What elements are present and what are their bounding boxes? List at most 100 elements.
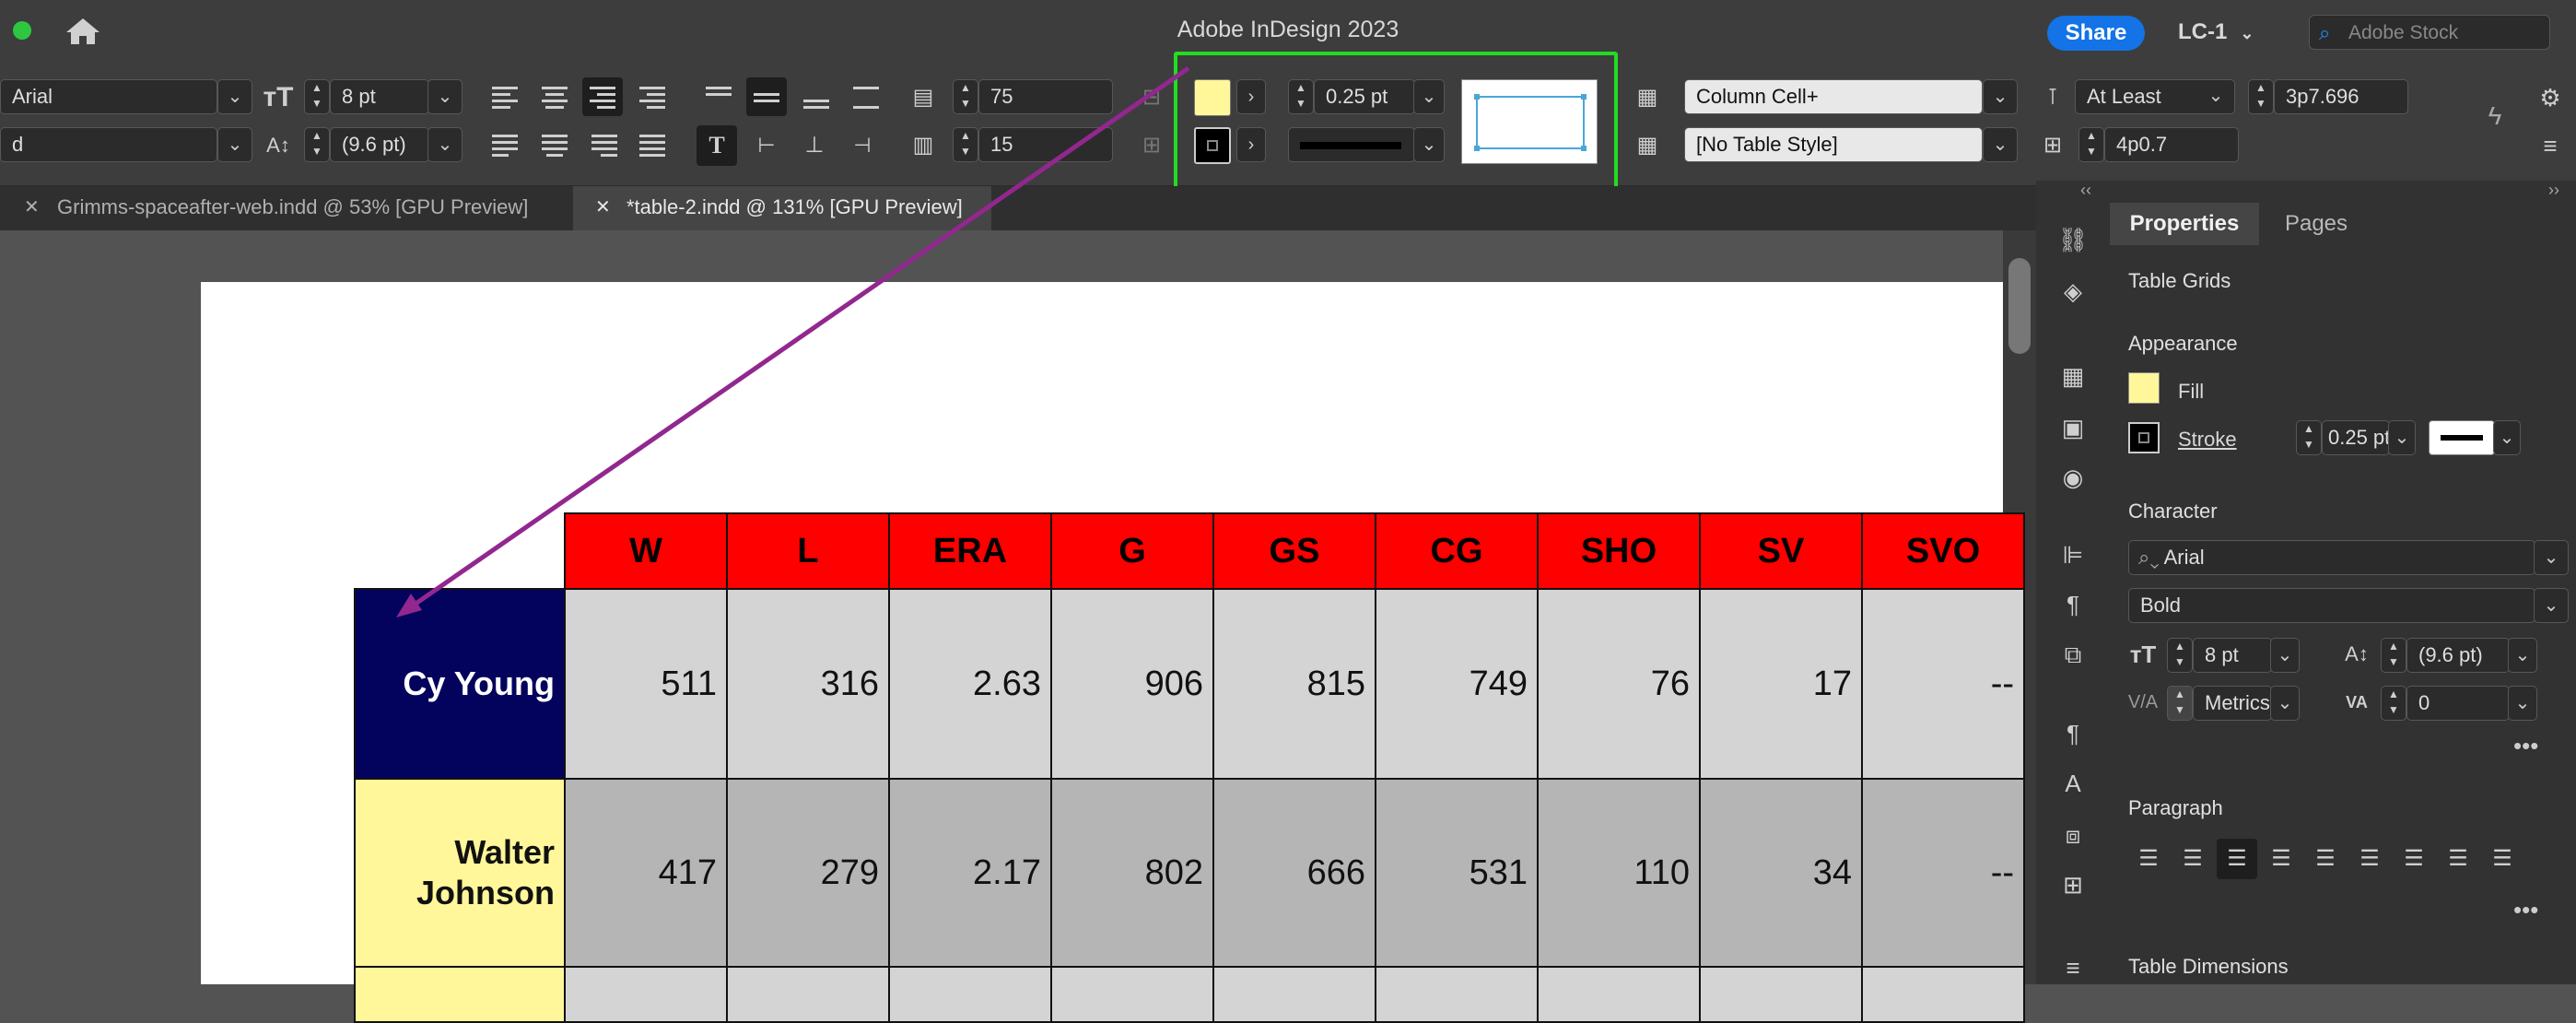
table-cell[interactable]: 531: [1375, 778, 1539, 968]
panel-align-away-spine-icon[interactable]: ☰: [2482, 839, 2523, 879]
table-cell[interactable]: 815: [1212, 588, 1376, 780]
unmerge-cells-icon[interactable]: ⊞: [1131, 125, 1172, 166]
kerning-stepper[interactable]: ▲ ▼: [2167, 686, 2193, 721]
header-cell-g[interactable]: G: [1050, 512, 1214, 590]
font-style-field[interactable]: d: [0, 127, 217, 162]
stroke-swatch[interactable]: [1194, 127, 1231, 164]
table-styles-icon[interactable]: ▦: [1627, 125, 1668, 166]
panel-stroke-weight-stepper[interactable]: ▲ ▼: [2296, 420, 2322, 455]
object-styles-icon[interactable]: ⧈: [2053, 815, 2093, 855]
table-cell[interactable]: 110: [1537, 778, 1701, 968]
panel-leading-field[interactable]: (9.6 pt): [2406, 638, 2510, 673]
rows-stepper[interactable]: ▲ ▼: [953, 79, 978, 114]
align-icon[interactable]: ⊫: [2053, 535, 2093, 575]
tab-grimms[interactable]: ✕ Grimms-spaceafter-web.indd @ 53% [GPU …: [0, 186, 566, 230]
panel-stroke-weight-field[interactable]: 0.25 pt: [2322, 420, 2390, 455]
table-style-field[interactable]: [No Table Style]: [1684, 127, 1983, 162]
panel-justify-right-icon[interactable]: ☰: [2349, 839, 2390, 879]
table-cell[interactable]: [564, 966, 728, 1023]
panel-stroke-type-dropdown[interactable]: ⌄: [2493, 420, 2521, 455]
paragraph-icon[interactable]: ¶: [2053, 584, 2093, 625]
font-size-field[interactable]: 8 pt: [330, 79, 429, 114]
table-cell[interactable]: 906: [1050, 588, 1214, 780]
leading-field[interactable]: (9.6 pt): [330, 127, 429, 162]
tracking-dropdown[interactable]: ⌄: [2508, 686, 2537, 721]
panel-tab-properties[interactable]: Properties: [2110, 203, 2259, 245]
tab-table-2[interactable]: ✕ *table-2.indd @ 131% [GPU Preview]: [573, 186, 991, 230]
table-cell[interactable]: 316: [726, 588, 890, 780]
panel-tab-pages[interactable]: Pages: [2261, 203, 2371, 245]
header-cell-svo[interactable]: SVO: [1861, 512, 2025, 590]
table-cell[interactable]: 749: [1375, 588, 1539, 780]
player-name-cell[interactable]: Walter Johnson: [354, 778, 566, 968]
cell-styles-icon[interactable]: ▦: [1627, 77, 1668, 118]
align-left-icon[interactable]: [486, 81, 523, 112]
stroke-weight-field[interactable]: 0.25 pt: [1314, 79, 1415, 114]
table-style-dropdown[interactable]: ⌄: [1983, 127, 2018, 162]
table-icon[interactable]: ⊞: [2053, 864, 2093, 905]
valign-center-icon[interactable]: [746, 77, 787, 116]
align-towards-spine-icon[interactable]: [634, 81, 671, 112]
more-options-icon[interactable]: •••: [2513, 732, 2538, 760]
column-width-stepper[interactable]: ▲ ▼: [2078, 127, 2104, 162]
font-size-dropdown[interactable]: ⌄: [427, 79, 463, 114]
justify-center-icon[interactable]: [536, 129, 573, 160]
align-center-icon[interactable]: [536, 81, 573, 112]
panel-font-size-stepper[interactable]: ▲ ▼: [2167, 638, 2193, 673]
color-palette-icon[interactable]: ◉: [2053, 457, 2093, 498]
text-rotation-270-icon[interactable]: ⊣: [842, 125, 883, 166]
justify-all-icon[interactable]: [634, 129, 671, 160]
stroke-weight-stepper[interactable]: ▲ ▼: [1288, 79, 1314, 114]
kerning-field[interactable]: Metrics: [2193, 686, 2272, 721]
tracking-field[interactable]: 0: [2406, 686, 2510, 721]
table-cell[interactable]: [1212, 966, 1376, 1023]
header-cell-gs[interactable]: GS: [1212, 512, 1376, 590]
table-cell[interactable]: [888, 966, 1052, 1023]
expand-icon[interactable]: ››: [2548, 181, 2559, 200]
column-width-field[interactable]: 4p0.7: [2104, 127, 2239, 162]
justify-right-icon[interactable]: [586, 129, 623, 160]
font-size-stepper[interactable]: ▲ ▼: [304, 79, 330, 114]
stroke-weight-dropdown[interactable]: ⌄: [1413, 79, 1445, 114]
more-options-icon[interactable]: •••: [2513, 896, 2538, 924]
more-panels-icon[interactable]: ≡: [2053, 947, 2093, 988]
panel-align-right-icon[interactable]: ☰: [2217, 839, 2257, 879]
header-cell-w[interactable]: W: [564, 512, 728, 590]
table-cell[interactable]: [1375, 966, 1539, 1023]
valign-bottom-icon[interactable]: [798, 81, 835, 112]
panel-font-field[interactable]: ⌕⌄ Arial: [2128, 540, 2535, 575]
layers-icon[interactable]: ◈: [2053, 271, 2093, 312]
font-style-dropdown[interactable]: ⌄: [217, 127, 252, 162]
merge-cells-icon[interactable]: ⊟: [1131, 77, 1172, 118]
stroke-label[interactable]: Stroke: [2178, 428, 2237, 452]
leading-stepper[interactable]: ▲ ▼: [304, 127, 330, 162]
font-family-field[interactable]: Arial: [0, 79, 217, 114]
close-icon[interactable]: ✕: [595, 186, 611, 229]
text-rotation-0-icon[interactable]: T: [697, 125, 737, 166]
table-cell[interactable]: [1050, 966, 1214, 1023]
cell-style-dropdown[interactable]: ⌄: [1983, 79, 2018, 114]
columns-field[interactable]: 15: [978, 127, 1113, 162]
table-cell[interactable]: [1699, 966, 1863, 1023]
share-button[interactable]: Share: [2047, 16, 2145, 51]
header-cell-sho[interactable]: SHO: [1537, 512, 1701, 590]
header-cell-l[interactable]: L: [726, 512, 890, 590]
table-cell[interactable]: 511: [564, 588, 728, 780]
valign-top-icon[interactable]: [700, 81, 737, 112]
panel-style-dropdown[interactable]: ⌄: [2534, 588, 2569, 623]
adobe-stock-search[interactable]: ⌕ Adobe Stock: [2309, 15, 2550, 50]
rows-field[interactable]: 75: [978, 79, 1113, 114]
panel-font-size-field[interactable]: 8 pt: [2193, 638, 2272, 673]
panel-leading-dropdown[interactable]: ⌄: [2508, 638, 2537, 673]
transform-icon[interactable]: ⧉: [2053, 634, 2093, 675]
close-icon[interactable]: ✕: [24, 186, 40, 229]
pages-icon[interactable]: ▦: [2053, 356, 2093, 396]
header-cell-sv[interactable]: SV: [1699, 512, 1863, 590]
text-rotation-90-icon[interactable]: ⊢: [746, 125, 787, 166]
table-cell[interactable]: 279: [726, 778, 890, 968]
panel-font-size-dropdown[interactable]: ⌄: [2270, 638, 2300, 673]
table-cell[interactable]: 2.17: [888, 778, 1052, 968]
player-name-cell[interactable]: Cy Young: [354, 588, 566, 780]
panel-menu-icon[interactable]: ≡: [2530, 125, 2570, 166]
stroke-type-field[interactable]: [1288, 127, 1415, 162]
